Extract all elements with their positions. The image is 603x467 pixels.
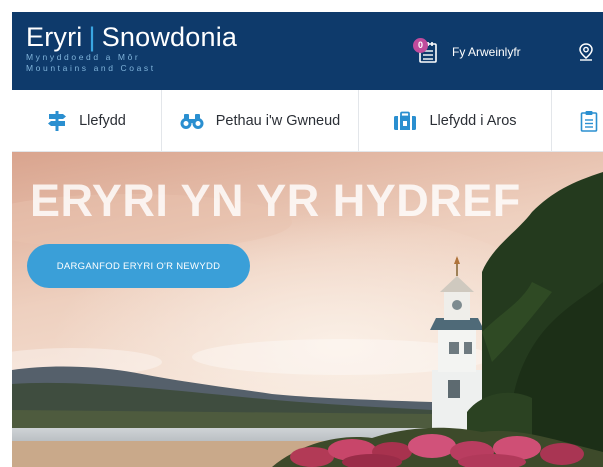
hero-banner: ERYRI YN YR HYDREF DARGANFOD ERYRI O'R N… — [12, 152, 603, 467]
hero-title: ERYRI YN YR HYDREF — [30, 175, 521, 226]
account-link[interactable]: A — [578, 43, 603, 61]
brand-subtitle-cy: Mynyddoedd a Môr — [26, 52, 141, 62]
guide-count-badge: 0 — [413, 38, 428, 53]
signpost-icon — [48, 111, 67, 131]
suitcase-icon — [394, 111, 417, 130]
site-header: Eryri | Snowdonia Mynyddoedd a Môr Mountai… — [12, 12, 603, 90]
brand-separator: | — [88, 22, 96, 52]
nav-label: Pethau i'w Gwneud — [215, 113, 341, 129]
nav-item-places[interactable]: Llefydd — [12, 90, 162, 152]
nav-item-places-to-stay[interactable]: Llefydd i Aros — [359, 90, 552, 152]
site-logo[interactable]: Eryri | Snowdonia Mynyddoedd a Môr Mountai… — [26, 22, 237, 74]
calendar-list-icon: 0 — [413, 38, 438, 64]
main-nav: Llefydd Pethau i'w Gwneud Llefydd i Aros — [12, 90, 603, 152]
brand-name-en: Snowdonia — [101, 22, 238, 52]
brand-name-cy: Eryri — [26, 22, 83, 52]
nav-label: Llefydd — [79, 113, 126, 129]
page-frame: Eryri | Snowdonia Mynyddoedd a Môr Mountai… — [12, 12, 603, 467]
clipboard-icon — [580, 111, 598, 132]
binoculars-icon — [180, 114, 204, 129]
brand-subtitle-en: Mountains and Coast — [26, 63, 156, 73]
nav-item-planner[interactable] — [552, 90, 603, 152]
brand-title: Eryri | Snowdonia — [26, 22, 237, 52]
location-pin-icon — [579, 43, 593, 61]
guide-label: Fy Arweinlyfr — [452, 45, 521, 59]
nav-label: Llefydd i Aros — [429, 113, 517, 129]
nav-item-things-to-do[interactable]: Pethau i'w Gwneud — [162, 90, 359, 152]
discover-button[interactable]: DARGANFOD ERYRI O'R NEWYDD — [27, 244, 250, 288]
my-guide-link[interactable]: 0 Fy Arweinlyfr — [413, 38, 521, 65]
